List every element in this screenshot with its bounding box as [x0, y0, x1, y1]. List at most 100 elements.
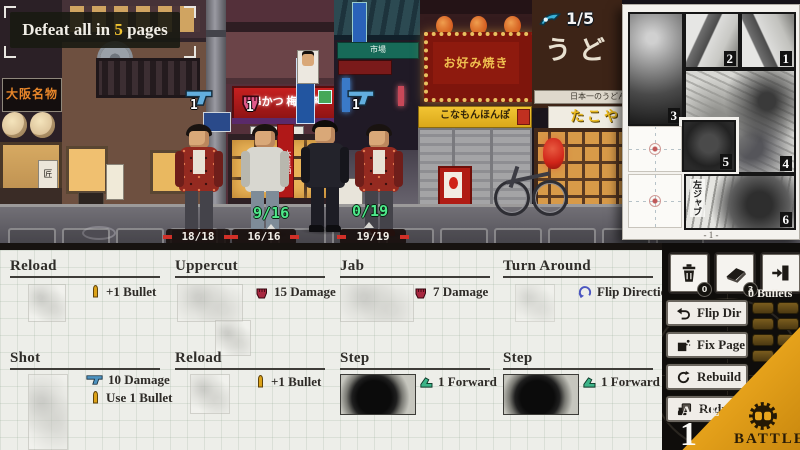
red-neon — [398, 86, 404, 106]
bullet-slot — [777, 302, 799, 314]
card-step-1[interactable]: Step 1 Forward — [340, 350, 492, 442]
mission-text: pages — [127, 20, 168, 39]
card-title: Step — [340, 350, 490, 370]
paper-lantern — [2, 112, 27, 138]
effect-text: 7 Damage — [433, 284, 488, 300]
card-art — [190, 374, 230, 414]
portrait-poster — [297, 50, 319, 84]
card-effect: 1 Forward — [581, 374, 660, 390]
card-turn-around[interactable]: Turn Around Flip Direction — [503, 258, 655, 350]
bullet-slot — [752, 318, 774, 330]
sign-chip-red — [517, 109, 530, 125]
card-shot[interactable]: Shot 10 Damage Use 1 Bullet — [10, 350, 162, 442]
mission-banner: Defeat all in 5 pages — [10, 12, 180, 48]
mission-count: 5 — [114, 20, 123, 39]
empty-panel-slot — [628, 174, 682, 228]
bracket-corner — [184, 46, 196, 58]
effect-text: 10 Damage — [108, 372, 170, 388]
battle-label: BATTLE — [734, 431, 800, 448]
bicycle-wheel — [532, 180, 568, 216]
card-art — [340, 284, 414, 322]
card-effect: 10 Damage — [86, 372, 170, 388]
page-number-label: - 1 - — [623, 230, 799, 240]
fix-page-icon — [676, 338, 691, 353]
card-reload-2[interactable]: Reload +1 Bullet — [175, 350, 327, 442]
bullets-label: 0 Bullets — [748, 286, 792, 301]
page-flip-icon — [538, 10, 562, 27]
card-effect: 1 Forward — [418, 374, 497, 390]
manga-panel-5: 5 — [682, 120, 736, 172]
damage-preview: 0/19 — [352, 202, 388, 220]
card-effect: 15 Damage — [255, 284, 336, 300]
okonomiyaki-sign: お好み焼き — [433, 42, 519, 84]
card-effect: Use 1 Bullet — [90, 390, 172, 406]
page-counter-value: 1/5 — [566, 9, 594, 28]
button-label: Fix Page — [697, 337, 745, 353]
card-uppercut[interactable]: Uppercut 15 Damage — [175, 258, 327, 350]
enemy-character-left[interactable] — [172, 124, 226, 236]
boot-icon — [581, 376, 596, 389]
rebuild-button[interactable]: Rebuild — [666, 364, 748, 390]
card-title: Turn Around — [503, 258, 653, 278]
panel-number: 5 — [720, 154, 733, 169]
game-screen: 大阪名物 匠 串かつ 梅ヶ亭 本日酒 市場 — [0, 0, 800, 450]
effect-text: Use 1 Bullet — [106, 390, 172, 406]
card-title: Reload — [175, 350, 325, 370]
discard-count-badge: 0 — [697, 282, 712, 297]
button-label: Flip Dir — [697, 305, 741, 321]
card-title: Step — [503, 350, 653, 370]
bracket-corner — [4, 46, 16, 58]
enemy-intent: 1 — [184, 88, 218, 114]
discard-pile-button[interactable]: 0 — [668, 252, 710, 294]
button-label: Rebuild — [697, 369, 741, 385]
card-step-2[interactable]: Step 1 Forward — [503, 350, 655, 442]
card-jab[interactable]: Jab 7 Damage — [340, 258, 492, 350]
battle-emblem-icon — [748, 401, 778, 431]
empty-panel-slot — [628, 126, 682, 172]
red-lantern — [543, 138, 564, 169]
flip-dir-button[interactable]: Flip Dir — [666, 300, 748, 326]
bracket-corner — [4, 6, 16, 18]
gun-icon — [184, 88, 214, 108]
panel-number: 2 — [724, 51, 737, 66]
intent-value: 1 — [246, 100, 254, 115]
shutter-seam — [490, 128, 493, 212]
panel-number: 6 — [780, 212, 793, 227]
intent-value: 1 — [352, 98, 360, 113]
roof-edge — [226, 22, 334, 32]
effect-text: 1 Forward — [438, 374, 497, 390]
player-character[interactable] — [298, 120, 352, 232]
manga-panel-1: 1 — [740, 12, 796, 69]
card-art — [340, 374, 416, 415]
card-reload-1[interactable]: Reload +1 Bullet — [10, 258, 162, 350]
hand-panel: Reload +1 Bullet Uppercut 15 Damage Jab … — [0, 250, 664, 450]
manga-panel-2: 2 — [684, 12, 740, 69]
intent-value: 1 — [190, 98, 198, 113]
manga-page: 3 2 1 4 5 左ジャブ 6 - 1 - — [622, 4, 800, 240]
trash-icon — [679, 263, 699, 283]
page-number: 1 — [680, 420, 697, 450]
arcade-red-sign — [338, 60, 392, 75]
card-art — [177, 284, 243, 322]
fix-page-button[interactable]: Fix Page — [666, 332, 748, 358]
mission-text: Defeat all in — [22, 20, 110, 39]
konamon-sign: こなもんほんぽ — [418, 106, 532, 128]
card-art — [28, 374, 68, 450]
paper-lantern — [30, 112, 55, 138]
card-title: Uppercut — [175, 258, 325, 278]
sfx-text: 左ジャブ — [690, 179, 705, 217]
damage-preview: 9/16 — [253, 204, 289, 222]
card-effect: +1 Bullet — [255, 374, 321, 390]
effect-text: 15 Damage — [274, 284, 336, 300]
undo-arrow-icon — [676, 307, 691, 320]
card-effect: Flip Direction — [577, 284, 674, 300]
osaka-meibutsu-sign: 大阪名物 — [2, 78, 62, 112]
arcade-sign: 市場 — [337, 42, 419, 59]
sign-chip — [318, 90, 332, 104]
fist-icon — [414, 285, 428, 299]
enemy-intent: 1 — [240, 90, 274, 116]
card-effect: 7 Damage — [414, 284, 488, 300]
enemy-intent: 1 — [346, 88, 380, 114]
exit-door-icon — [771, 263, 791, 283]
pole-band — [206, 30, 226, 37]
